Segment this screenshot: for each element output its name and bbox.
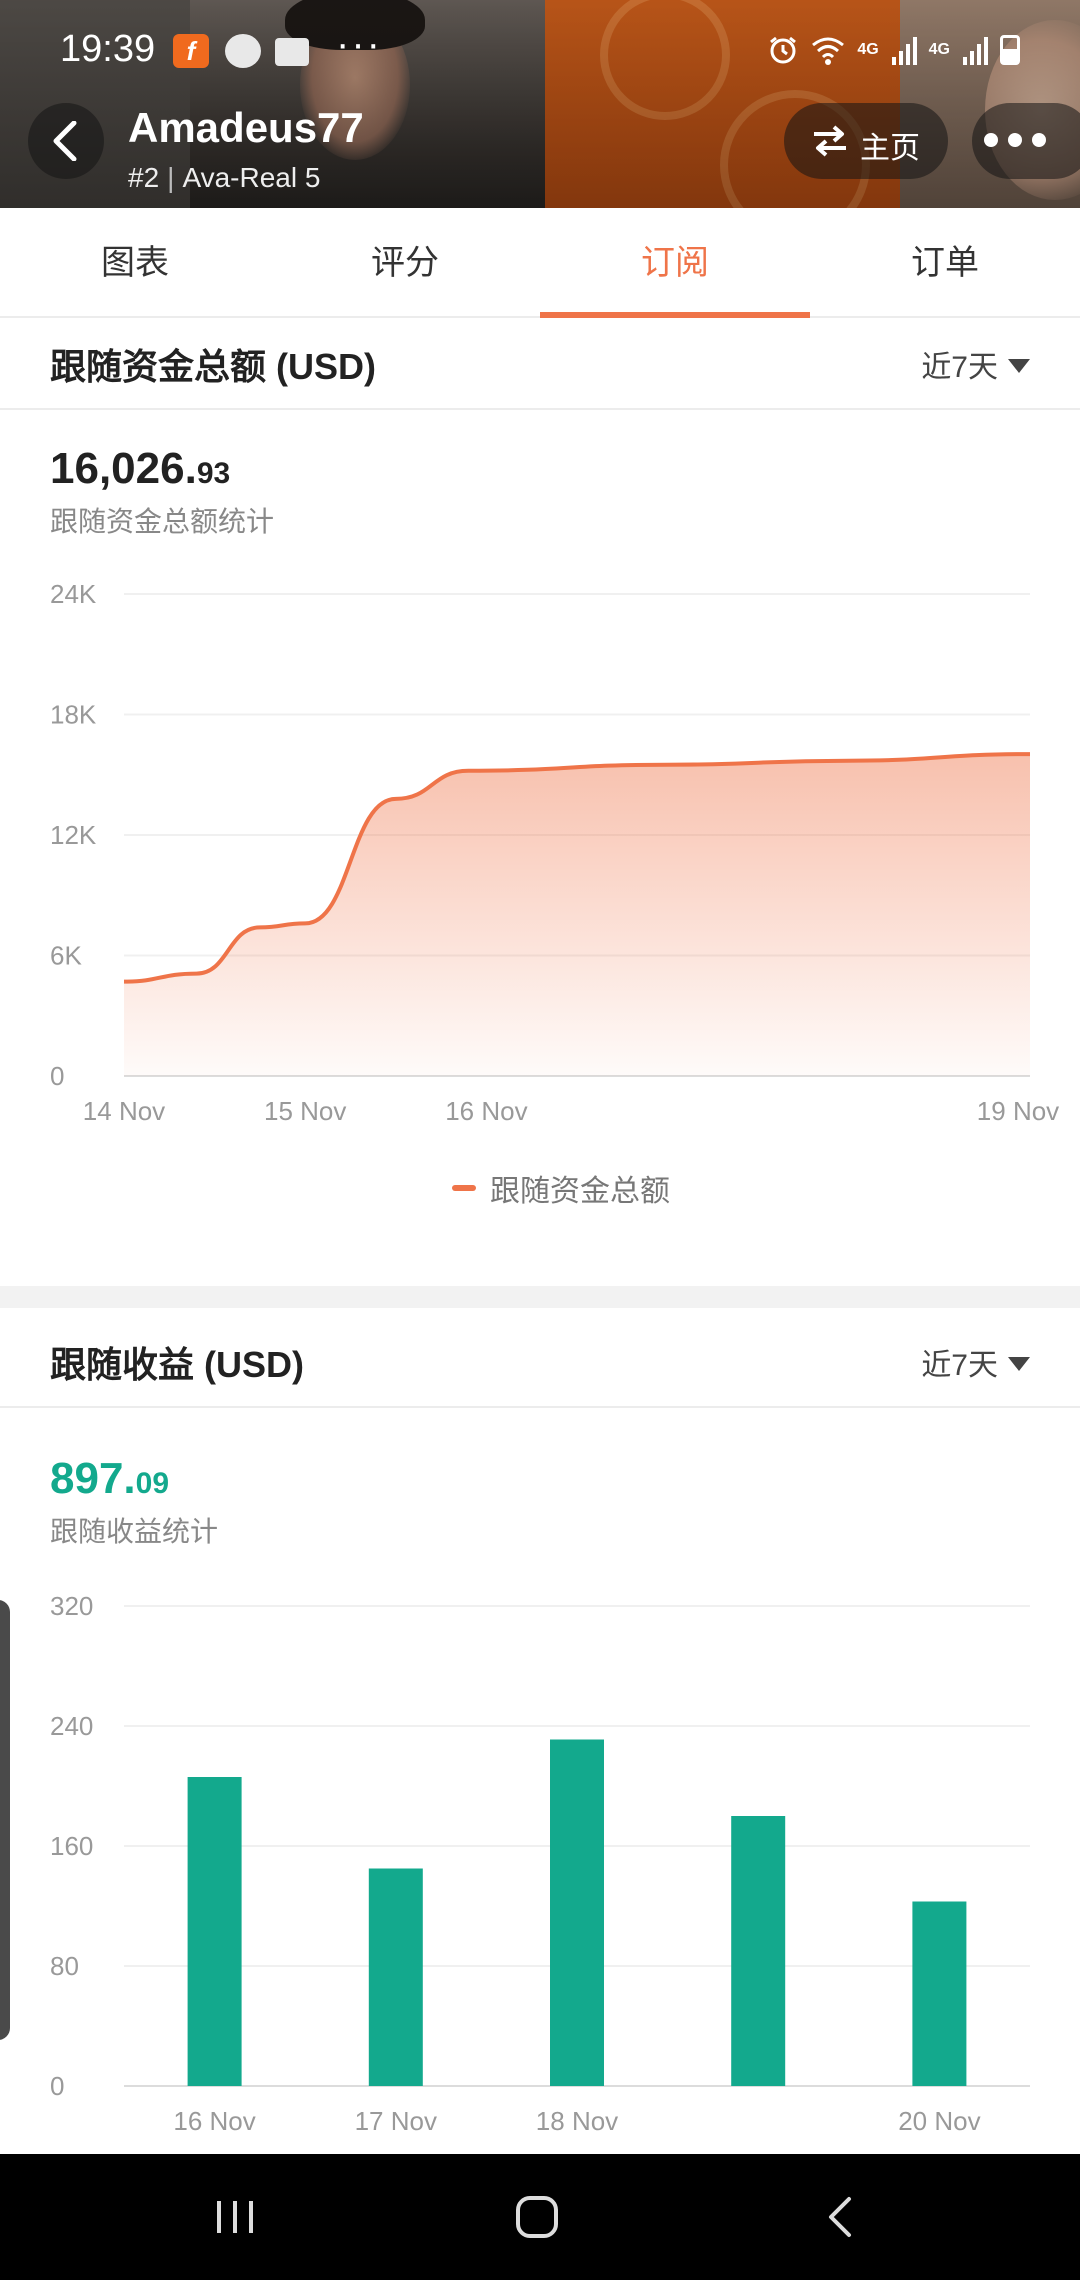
y-tick-label: 6K bbox=[50, 941, 82, 971]
section-divider bbox=[0, 1286, 1080, 1308]
more-dots-icon bbox=[984, 133, 1046, 147]
signal-icon bbox=[891, 37, 917, 65]
value-decimal: 09 bbox=[135, 1467, 170, 1500]
signal-icon bbox=[963, 37, 988, 65]
chart-legend: 跟随资金总额 bbox=[452, 1168, 670, 1208]
bar bbox=[187, 1777, 242, 2086]
recent-apps-button[interactable] bbox=[155, 2154, 315, 2280]
status-indicators: 4G 4G bbox=[767, 30, 1020, 70]
funds-total-value: 16,026.93 bbox=[50, 444, 230, 494]
period-dropdown[interactable]: 近7天 bbox=[921, 1340, 1030, 1384]
app-notification-icon: f bbox=[173, 34, 209, 68]
more-notifications-icon: ··· bbox=[336, 22, 382, 66]
network-type-label: 4G bbox=[857, 41, 879, 58]
funds-stat-label: 跟随资金总额统计 bbox=[50, 506, 275, 537]
tab-rating[interactable]: 评分 bbox=[270, 208, 540, 318]
caret-down-icon bbox=[1008, 359, 1030, 374]
recent-apps-icon bbox=[217, 2201, 253, 2233]
y-tick-label: 160 bbox=[50, 1831, 93, 1861]
y-tick-label: 24K bbox=[50, 579, 97, 609]
x-tick-label: 19 Nov bbox=[977, 1096, 1059, 1126]
home-icon bbox=[516, 2196, 558, 2238]
battery-icon bbox=[1000, 35, 1020, 65]
back-icon bbox=[829, 2197, 851, 2237]
bar bbox=[368, 1868, 423, 2086]
area-fill bbox=[124, 754, 1030, 1076]
bar bbox=[912, 1901, 967, 2086]
period-dropdown[interactable]: 近7天 bbox=[921, 342, 1030, 386]
wifi-icon bbox=[812, 37, 845, 65]
system-navigation-bar bbox=[0, 2154, 1080, 2280]
back-nav-button[interactable] bbox=[760, 2154, 920, 2280]
x-tick-label: 16 Nov bbox=[173, 2106, 255, 2136]
tab-bar: 图表 评分 订阅 订单 bbox=[0, 208, 1080, 318]
y-tick-label: 12K bbox=[50, 820, 97, 850]
trader-name: Amadeus77 bbox=[128, 104, 364, 151]
profit-bar-chart: 0 80 160 240 320 16 Nov 17 Nov 18 Nov 20 Nov bbox=[50, 1591, 1030, 2136]
active-tab-indicator bbox=[540, 312, 810, 318]
y-tick-label: 0 bbox=[50, 1061, 64, 1091]
trader-subtitle: #2 | Ava-Real 5 bbox=[128, 162, 320, 194]
caret-down-icon bbox=[1008, 1357, 1030, 1372]
section-title: 跟随收益 (USD) bbox=[50, 1344, 304, 1385]
value-decimal: 93 bbox=[196, 457, 231, 490]
y-tick-label: 240 bbox=[50, 1711, 93, 1741]
separator: | bbox=[167, 162, 175, 193]
x-tick-label: 16 Nov bbox=[445, 1096, 527, 1126]
back-button[interactable] bbox=[28, 103, 104, 179]
legend-swatch bbox=[452, 1185, 476, 1191]
tab-subscription[interactable]: 订阅 bbox=[540, 208, 810, 318]
period-label: 近7天 bbox=[921, 351, 998, 384]
x-tick-label: 17 Nov bbox=[355, 2106, 437, 2136]
bar bbox=[731, 1816, 786, 2086]
section-header-profit: 跟随收益 (USD) 近7天 bbox=[0, 1318, 1080, 1408]
profit-total-value: 897.09 bbox=[50, 1454, 169, 1504]
x-tick-label: 15 Nov bbox=[264, 1096, 346, 1126]
switch-icon bbox=[814, 125, 846, 157]
more-options-button[interactable] bbox=[972, 103, 1080, 179]
value-integer: 16,026. bbox=[50, 444, 197, 493]
section-title: 跟随资金总额 (USD) bbox=[50, 346, 376, 387]
message-notification-icon bbox=[275, 38, 309, 66]
bar bbox=[550, 1739, 604, 2086]
profit-stat-label: 跟随收益统计 bbox=[50, 1516, 219, 1547]
y-tick-label: 18K bbox=[50, 700, 97, 730]
status-time: 19:39 bbox=[60, 28, 156, 70]
y-tick-label: 80 bbox=[50, 1951, 79, 1981]
value-integer: 897. bbox=[50, 1454, 136, 1503]
trader-header: 19:39 f ··· 4G 4G Amadeus77 #2 | Ava-Real … bbox=[0, 0, 1080, 208]
edge-panel-handle[interactable] bbox=[0, 1600, 10, 2040]
home-button[interactable]: 主页 bbox=[784, 103, 948, 179]
x-tick-label: 20 Nov bbox=[898, 2106, 980, 2136]
app-root: 19:39 f ··· 4G 4G Amadeus77 #2 | Ava-Real … bbox=[0, 0, 1080, 2280]
tab-orders[interactable]: 订单 bbox=[810, 208, 1080, 318]
home-nav-button[interactable] bbox=[457, 2154, 617, 2280]
period-label: 近7天 bbox=[921, 1349, 998, 1382]
section-header-funds: 跟随资金总额 (USD) 近7天 bbox=[0, 320, 1080, 410]
funds-area-chart: 0 6K 12K 18K 24K 14 Nov 15 Nov 16 Nov 19 Nov bbox=[50, 579, 1059, 1126]
y-tick-label: 320 bbox=[50, 1591, 93, 1621]
x-tick-label: 18 Nov bbox=[536, 2106, 618, 2136]
home-button-label: 主页 bbox=[860, 132, 920, 165]
network-type-label: 4G bbox=[928, 41, 950, 58]
app-notification-icon bbox=[225, 34, 261, 68]
x-tick-label: 14 Nov bbox=[83, 1096, 165, 1126]
alarm-icon bbox=[770, 36, 797, 64]
status-bar: 19:39 f ··· 4G 4G bbox=[0, 0, 1080, 100]
y-tick-label: 0 bbox=[50, 2071, 64, 2101]
legend-label: 跟随资金总额 bbox=[490, 1175, 670, 1208]
trader-account: Ava-Real 5 bbox=[182, 162, 321, 193]
trader-rank: #2 bbox=[128, 162, 160, 193]
chevron-left-icon bbox=[53, 121, 77, 161]
tab-chart[interactable]: 图表 bbox=[0, 208, 270, 318]
